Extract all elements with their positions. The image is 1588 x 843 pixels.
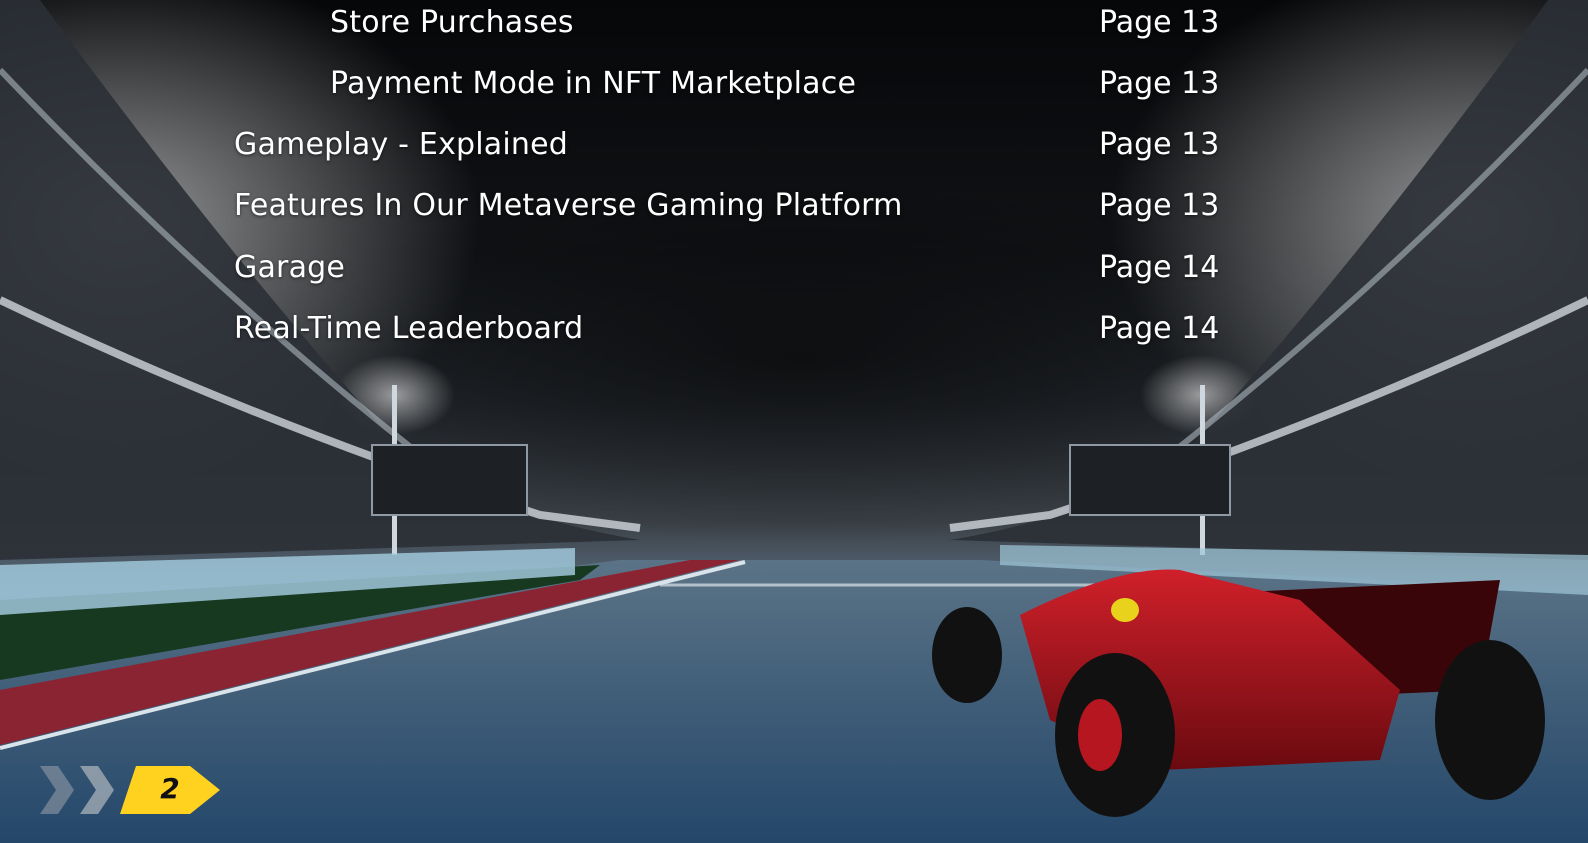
chevron-icon (40, 766, 74, 814)
toc-entry-page: Page 13 (1099, 188, 1220, 223)
toc-entry[interactable]: Store Purchases Page 13 (0, 1, 1588, 45)
toc-entry-page: Page 13 (1099, 5, 1220, 40)
toc-entry[interactable]: Features In Our Metaverse Gaming Platfor… (0, 184, 1588, 228)
toc-entry-page: Page 14 (1099, 311, 1220, 346)
toc-entry-title: Payment Mode in NFT Marketplace (330, 66, 857, 101)
toc-entry-page: Page 13 (1099, 66, 1220, 101)
toc-entry[interactable]: Real-Time Leaderboard Page 14 (0, 307, 1588, 351)
driver-helmet (1111, 598, 1139, 622)
slide: Store Purchases Page 13 Payment Mode in … (0, 0, 1588, 843)
toc-entry[interactable]: Gameplay - Explained Page 13 (0, 123, 1588, 167)
page-number: 2 (160, 772, 180, 805)
toc-entry-title: Store Purchases (330, 5, 574, 40)
toc-entry-page: Page 13 (1099, 127, 1220, 162)
toc-entry-title: Real-Time Leaderboard (234, 311, 584, 346)
wheel-rear-left-rim (1078, 699, 1122, 771)
wheel-rear-right (1435, 640, 1545, 800)
table-of-contents: Store Purchases Page 13 Payment Mode in … (0, 0, 1588, 360)
toc-entry-title: Garage (234, 250, 346, 285)
toc-entry-title: Gameplay - Explained (234, 127, 569, 162)
chevron-icon (80, 766, 114, 814)
scoreboard-left (371, 444, 528, 516)
toc-entry[interactable]: Payment Mode in NFT Marketplace Page 13 (0, 62, 1588, 106)
toc-entry-title: Features In Our Metaverse Gaming Platfor… (234, 188, 903, 223)
wheel-front-left (932, 607, 1002, 703)
page-number-badge (40, 766, 220, 814)
toc-entry[interactable]: Garage Page 14 (0, 246, 1588, 290)
scoreboard-right (1069, 444, 1231, 516)
toc-entry-page: Page 14 (1099, 250, 1220, 285)
